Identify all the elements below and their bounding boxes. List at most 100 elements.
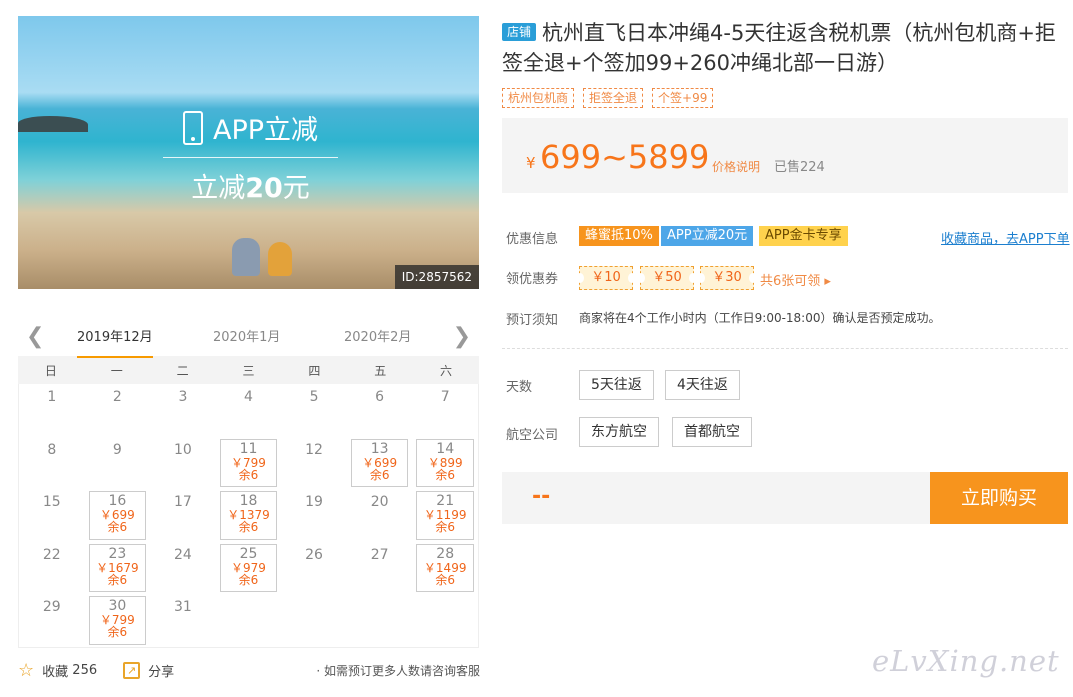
- day-number: 3: [178, 389, 188, 405]
- prev-month-icon[interactable]: ❮: [26, 324, 44, 349]
- person-figure: [268, 242, 292, 276]
- consult-note: · 如需预订更多人数请咨询客服: [316, 664, 480, 678]
- collect-label[interactable]: 收藏: [42, 661, 68, 680]
- day-stock: 余6: [369, 467, 390, 482]
- calendar-day: 5: [281, 384, 347, 437]
- day-number: 5: [309, 389, 319, 405]
- day-number: 8: [47, 441, 57, 458]
- promo-badge: APP金卡专享: [759, 226, 848, 246]
- airline-label: 航空公司: [506, 428, 559, 443]
- calendar-day: 6: [347, 384, 413, 437]
- day-price: ￥699: [362, 455, 398, 470]
- calendar-day[interactable]: 13 ￥699 余6: [347, 437, 413, 490]
- calendar-day: 2: [85, 384, 151, 437]
- promo-divider: [163, 157, 338, 158]
- calendar-day: 15: [19, 489, 85, 542]
- calendar-day[interactable]: 23 ￥1679 余6: [85, 542, 151, 595]
- watermark: eLvXing.net: [872, 644, 1060, 678]
- promo-badge: 蜂蜜抵10%: [579, 226, 659, 246]
- month-tab[interactable]: 2020年2月: [344, 326, 411, 345]
- weekday-label: 一: [110, 363, 123, 378]
- day-number: 12: [305, 441, 323, 458]
- month-nav: ❮ 2019年12月 2020年1月 2020年2月 ❯: [18, 316, 479, 358]
- weekday-label: 日: [44, 363, 57, 378]
- calendar-day[interactable]: 30 ￥799 余6: [85, 594, 151, 647]
- sold-count: 已售224: [774, 160, 825, 175]
- calendar-day: 10: [150, 437, 216, 490]
- day-stock: 余6: [107, 625, 128, 639]
- app-promo-overlay: APP立减 立减20元: [163, 108, 338, 205]
- buy-now-button[interactable]: 立即购买: [930, 472, 1068, 524]
- calendar-day: 1: [19, 384, 85, 437]
- calendar-day: 26: [281, 542, 347, 595]
- price-range: 699~5899: [540, 138, 710, 176]
- calendar-day[interactable]: 14 ￥899 余6: [412, 437, 478, 490]
- share-icon[interactable]: ↗: [123, 662, 141, 679]
- product-tags: 杭州包机商 拒签全退 个签+99: [502, 88, 714, 108]
- calendar-day[interactable]: 28 ￥1499 余6: [412, 542, 478, 595]
- weekday-label: 六: [440, 363, 453, 378]
- day-stock: 余6: [238, 467, 259, 482]
- next-month-icon[interactable]: ❯: [453, 324, 471, 349]
- day-number: 9: [112, 441, 122, 458]
- calendar-day: 7: [412, 384, 478, 437]
- notice-label: 预订须知: [506, 313, 559, 328]
- price-panel: ¥ 699~5899 价格说明 已售224: [502, 118, 1068, 193]
- day-number: 15: [42, 494, 61, 510]
- phone-icon: [182, 110, 203, 145]
- product-image: APP立减 立减20元 ID:2857562: [18, 16, 479, 289]
- day-stock: 余6: [435, 467, 456, 482]
- collect-count: 256: [72, 663, 98, 678]
- day-number: 25: [239, 545, 258, 562]
- weekday-label: 五: [374, 363, 387, 378]
- month-tab[interactable]: 2019年12月: [77, 326, 153, 358]
- coupon-chip[interactable]: ￥50: [637, 266, 697, 290]
- coupon-chip[interactable]: ￥10: [576, 266, 636, 290]
- day-number: 16: [108, 493, 127, 509]
- day-price: ￥1679: [96, 560, 139, 575]
- calendar-day: 20: [347, 489, 413, 542]
- promo-title: APP立减: [212, 115, 319, 146]
- calendar-day[interactable]: 16 ￥699 余6: [85, 489, 151, 542]
- month-tab[interactable]: 2020年1月: [213, 326, 280, 345]
- calendar-day[interactable]: 18 ￥1379 余6: [216, 489, 282, 542]
- calendar-day[interactable]: 25 ￥979 余6: [216, 542, 282, 595]
- day-number: 17: [174, 494, 192, 510]
- airline-option[interactable]: 东方航空: [579, 417, 659, 447]
- shop-badge[interactable]: 店铺: [502, 23, 537, 41]
- date-calendar: ❮ 2019年12月 2020年1月 2020年2月 ❯ 日 一 二 三 四 五…: [18, 316, 479, 648]
- calendar-day: 12: [281, 437, 347, 490]
- day-number: 4: [244, 389, 253, 405]
- favorite-app-link[interactable]: 收藏商品，去APP下单: [941, 228, 1070, 247]
- section-divider: [502, 348, 1068, 349]
- day-stock: 余6: [107, 520, 128, 534]
- star-icon[interactable]: ☆: [18, 660, 34, 681]
- calendar-day: 24: [150, 542, 216, 595]
- calendar-day: 19: [281, 489, 347, 542]
- share-label[interactable]: 分享: [148, 661, 174, 680]
- days-option[interactable]: 5天往返: [579, 370, 654, 400]
- price-explain-link[interactable]: 价格说明: [712, 158, 760, 175]
- weekday-label: 二: [176, 363, 189, 378]
- calendar-day[interactable]: 21 ￥1199 余6: [412, 489, 478, 542]
- day-price: ￥899: [427, 455, 463, 470]
- weekday-label: 四: [308, 363, 321, 378]
- calendar-day: 8: [19, 437, 85, 490]
- day-number: 20: [370, 494, 389, 510]
- airline-option[interactable]: 首都航空: [672, 417, 752, 447]
- day-price: ￥799: [231, 455, 266, 470]
- day-number: 21: [436, 493, 455, 509]
- calendar-day: 22: [19, 542, 85, 595]
- day-number: 27: [370, 546, 389, 563]
- day-number: 23: [108, 545, 127, 562]
- day-number: 13: [370, 440, 389, 457]
- coupon-chip[interactable]: ￥30: [697, 266, 757, 290]
- promo-label: 优惠信息: [506, 232, 559, 247]
- coupon-label: 领优惠券: [506, 272, 559, 287]
- product-tag: 拒签全退: [583, 88, 644, 108]
- calendar-day[interactable]: 11 ￥799 余6: [216, 437, 282, 490]
- days-option[interactable]: 4天往返: [665, 370, 740, 400]
- more-coupons-link[interactable]: 共6张可领 ▸: [760, 270, 831, 289]
- day-number: 2: [112, 389, 122, 405]
- product-id-badge: ID:2857562: [394, 265, 479, 289]
